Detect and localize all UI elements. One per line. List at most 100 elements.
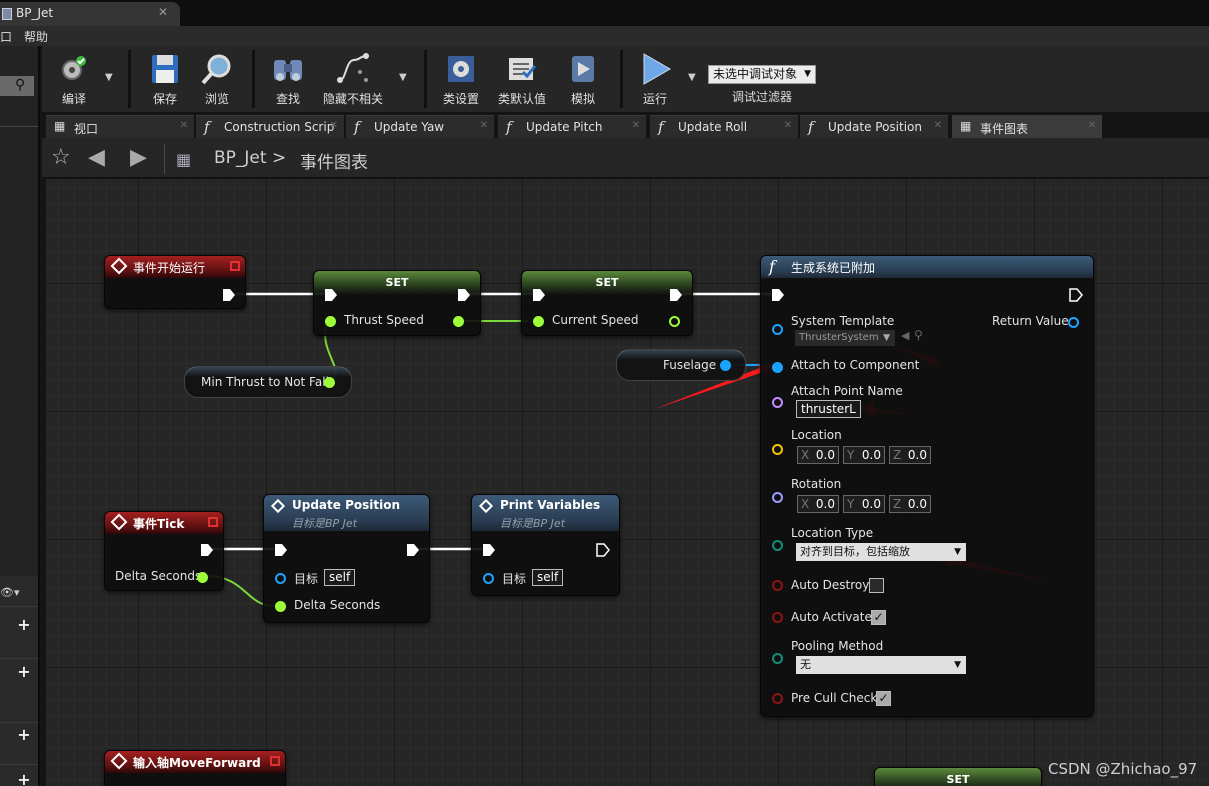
exec-in-pin[interactable] <box>274 543 288 557</box>
pre-cull-check-checkbox[interactable]: ✓ <box>876 691 891 706</box>
rotation-z-input[interactable]: Z 0.0 <box>889 495 931 513</box>
location-y-input[interactable]: Y 0.0 <box>843 446 885 464</box>
current-speed-in-pin[interactable] <box>533 316 544 327</box>
event-tick-node[interactable]: 事件Tick Delta Seconds <box>104 511 224 591</box>
thrust-speed-in-pin[interactable] <box>325 316 336 327</box>
delta-seconds-out-pin[interactable] <box>197 572 208 583</box>
delta-seconds-in-pin[interactable] <box>275 601 286 612</box>
close-icon[interactable]: ✕ <box>480 120 488 131</box>
tab-construction-script[interactable]: f Construction Scrip ✕ <box>196 115 344 138</box>
location-type-select[interactable]: 对齐到目标，包括缩放 ▼ <box>796 543 966 561</box>
document-tab[interactable]: BP_Jet ✕ <box>0 2 180 26</box>
min-thrust-variable-node[interactable]: Min Thrust to Not Fall <box>184 366 352 398</box>
location-z-input[interactable]: Z 0.0 <box>889 446 931 464</box>
exec-in-pin[interactable] <box>324 288 338 302</box>
close-icon[interactable]: ✕ <box>180 120 188 131</box>
tab-update-roll[interactable]: f Update Roll ✕ <box>650 115 798 138</box>
set-current-speed-node[interactable]: SET Current Speed <box>521 270 693 336</box>
location-x-input[interactable]: X 0.0 <box>797 446 839 464</box>
target-pin[interactable] <box>275 573 286 584</box>
close-icon[interactable]: ✕ <box>784 120 792 131</box>
exec-out-pin[interactable] <box>200 543 214 557</box>
exec-out-pin[interactable] <box>406 543 420 557</box>
forward-arrow-icon[interactable]: ▶ <box>130 145 147 170</box>
set-node-bottom[interactable]: SET <box>874 767 1042 786</box>
close-icon[interactable]: ✕ <box>934 120 942 131</box>
find-button[interactable]: 查找 <box>262 46 314 110</box>
exec-in-pin[interactable] <box>771 288 785 302</box>
close-icon[interactable]: ✕ <box>632 120 640 131</box>
return-value-pin[interactable] <box>1068 317 1079 328</box>
close-icon[interactable]: ✕ <box>1088 120 1096 131</box>
pooling-method-select[interactable]: 无 ▼ <box>796 656 966 674</box>
location-pin[interactable] <box>772 444 783 455</box>
save-button[interactable]: 保存 <box>140 46 190 110</box>
class-settings-button[interactable]: 类设置 <box>436 46 486 110</box>
location-type-pin[interactable] <box>772 540 783 551</box>
tab-update-yaw[interactable]: f Update Yaw ✕ <box>346 115 494 138</box>
set-thrust-speed-node[interactable]: SET Thrust Speed <box>313 270 481 336</box>
exec-in-pin[interactable] <box>482 543 496 557</box>
hide-unrelated-caret[interactable]: ▼ <box>399 72 407 83</box>
exec-out-pin[interactable] <box>669 288 683 302</box>
browse-button[interactable]: 浏览 <box>192 46 242 110</box>
tab-update-position[interactable]: f Update Position ✕ <box>800 115 948 138</box>
rotation-x-input[interactable]: X 0.0 <box>797 495 839 513</box>
hide-unrelated-button[interactable]: 隐藏不相关 <box>318 46 388 110</box>
target-pin[interactable] <box>483 573 494 584</box>
pooling-method-pin[interactable] <box>772 653 783 664</box>
target-self-input[interactable]: self <box>324 569 356 586</box>
min-thrust-out-pin[interactable] <box>324 377 335 388</box>
system-template-select[interactable]: ThrusterSystem ▼ <box>795 330 895 346</box>
target-self-input[interactable]: self <box>532 569 564 586</box>
input-axis-move-forward-node[interactable]: 输入轴MoveForward <box>104 750 286 786</box>
spawn-system-attached-node[interactable]: f 生成系统已附加 System Template ThrusterSystem… <box>760 255 1094 717</box>
star-icon[interactable]: ☆ <box>51 145 71 170</box>
auto-destroy-pin[interactable] <box>772 580 783 591</box>
print-variables-node[interactable]: Print Variables 目标是BP Jet 目标 self <box>471 494 620 596</box>
close-icon[interactable]: ✕ <box>158 5 168 19</box>
system-template-pin[interactable] <box>772 324 783 335</box>
auto-activate-checkbox[interactable]: ✓ <box>871 610 886 625</box>
exec-out-pin[interactable] <box>596 543 610 557</box>
add-icon[interactable]: + <box>16 664 32 680</box>
fuselage-variable-node[interactable]: Fuselage <box>616 349 746 381</box>
add-icon[interactable]: + <box>16 727 32 743</box>
update-position-node[interactable]: Update Position 目标是BP Jet 目标 self Delta … <box>263 494 430 623</box>
add-icon[interactable]: + <box>16 772 32 786</box>
fuselage-out-pin[interactable] <box>720 360 731 371</box>
exec-in-pin[interactable] <box>532 288 546 302</box>
compile-button[interactable]: 编译 <box>46 46 102 110</box>
breadcrumb-root[interactable]: BP_Jet <box>214 148 267 168</box>
browse-asset-icon[interactable]: ⚲ <box>914 328 923 342</box>
rotation-pin[interactable] <box>772 492 783 503</box>
attach-point-name-pin[interactable] <box>772 397 783 408</box>
graph-canvas[interactable]: 事件开始运行 SET Thrust Speed SET Current Spee… <box>46 179 1209 786</box>
exec-out-pin[interactable] <box>457 288 471 302</box>
tab-viewport[interactable]: ▦ 视口 ✕ <box>46 115 194 138</box>
class-defaults-button[interactable]: 类默认值 <box>494 46 550 110</box>
run-options-caret[interactable]: ▼ <box>688 72 696 83</box>
menu-item-window[interactable]: 口 <box>0 28 12 45</box>
pre-cull-check-pin[interactable] <box>772 693 783 704</box>
rotation-y-input[interactable]: Y 0.0 <box>843 495 885 513</box>
tab-event-graph[interactable]: ▦ 事件图表 ✕ <box>952 115 1102 138</box>
run-button[interactable]: 运行 <box>630 46 680 110</box>
simulate-button[interactable]: 模拟 <box>558 46 608 110</box>
attach-component-pin[interactable] <box>772 362 783 373</box>
compile-options-caret[interactable]: ▼ <box>105 72 113 83</box>
event-begin-play-node[interactable]: 事件开始运行 <box>104 255 246 309</box>
search-input[interactable]: ⚲ <box>0 76 34 96</box>
tab-update-pitch[interactable]: f Update Pitch ✕ <box>498 115 646 138</box>
menu-item-help[interactable]: 帮助 <box>24 28 48 45</box>
back-arrow-icon[interactable]: ◀ <box>88 145 105 170</box>
exec-out-pin[interactable] <box>222 288 236 302</box>
current-speed-out-pin[interactable] <box>669 316 680 327</box>
use-selected-icon[interactable]: ◀ <box>901 329 909 342</box>
close-icon[interactable]: ✕ <box>330 120 338 131</box>
view-options-icon[interactable]: 👁▾ <box>0 586 36 600</box>
auto-destroy-checkbox[interactable] <box>869 578 884 593</box>
add-icon[interactable]: + <box>16 617 32 633</box>
debug-object-select[interactable]: 未选中调试对象 ▼ <box>708 65 816 84</box>
auto-activate-pin[interactable] <box>772 612 783 623</box>
